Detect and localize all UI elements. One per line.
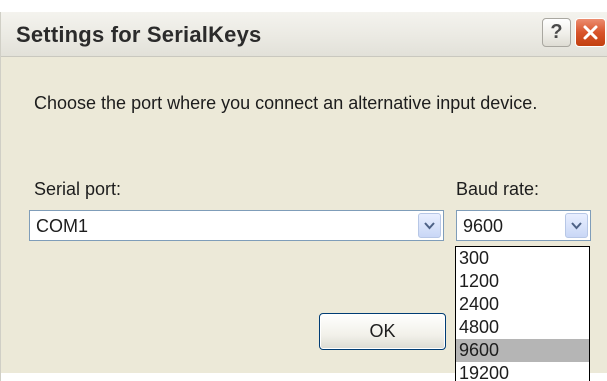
baud-rate-option-300[interactable]: 300: [456, 247, 589, 270]
baud-rate-option-19200[interactable]: 19200: [456, 362, 589, 381]
baud-rate-combobox[interactable]: 9600: [456, 210, 591, 241]
baud-rate-value: 9600: [463, 216, 504, 236]
ok-button-label: OK: [369, 321, 396, 341]
ok-button[interactable]: OK: [319, 313, 446, 350]
instruction-text: Choose the port where you connect an alt…: [34, 93, 538, 113]
chevron-down-icon: [571, 221, 582, 229]
window-title: Settings for SerialKeys: [16, 22, 262, 47]
help-button[interactable]: ?: [542, 18, 571, 47]
baud-rate-dropdown-list[interactable]: 300 1200 2400 4800 9600 19200: [455, 246, 590, 381]
close-button[interactable]: [575, 18, 606, 47]
baud-rate-label: Baud rate:: [456, 179, 540, 199]
baud-rate-option-9600[interactable]: 9600: [456, 339, 589, 362]
baud-rate-option-2400[interactable]: 2400: [456, 293, 589, 316]
baud-rate-option-4800[interactable]: 4800: [456, 316, 589, 339]
baud-rate-dropdown-button[interactable]: [565, 213, 588, 238]
close-icon: [583, 25, 598, 40]
help-icon: ?: [550, 21, 563, 43]
serial-port-combobox[interactable]: COM1: [29, 210, 444, 241]
serial-port-dropdown-button[interactable]: [418, 213, 441, 238]
baud-rate-option-1200[interactable]: 1200: [456, 270, 589, 293]
serial-port-label: Serial port:: [34, 179, 122, 199]
chevron-down-icon: [424, 221, 435, 229]
serial-port-value: COM1: [36, 216, 89, 236]
title-bar[interactable]: Settings for SerialKeys ?: [1, 12, 607, 57]
